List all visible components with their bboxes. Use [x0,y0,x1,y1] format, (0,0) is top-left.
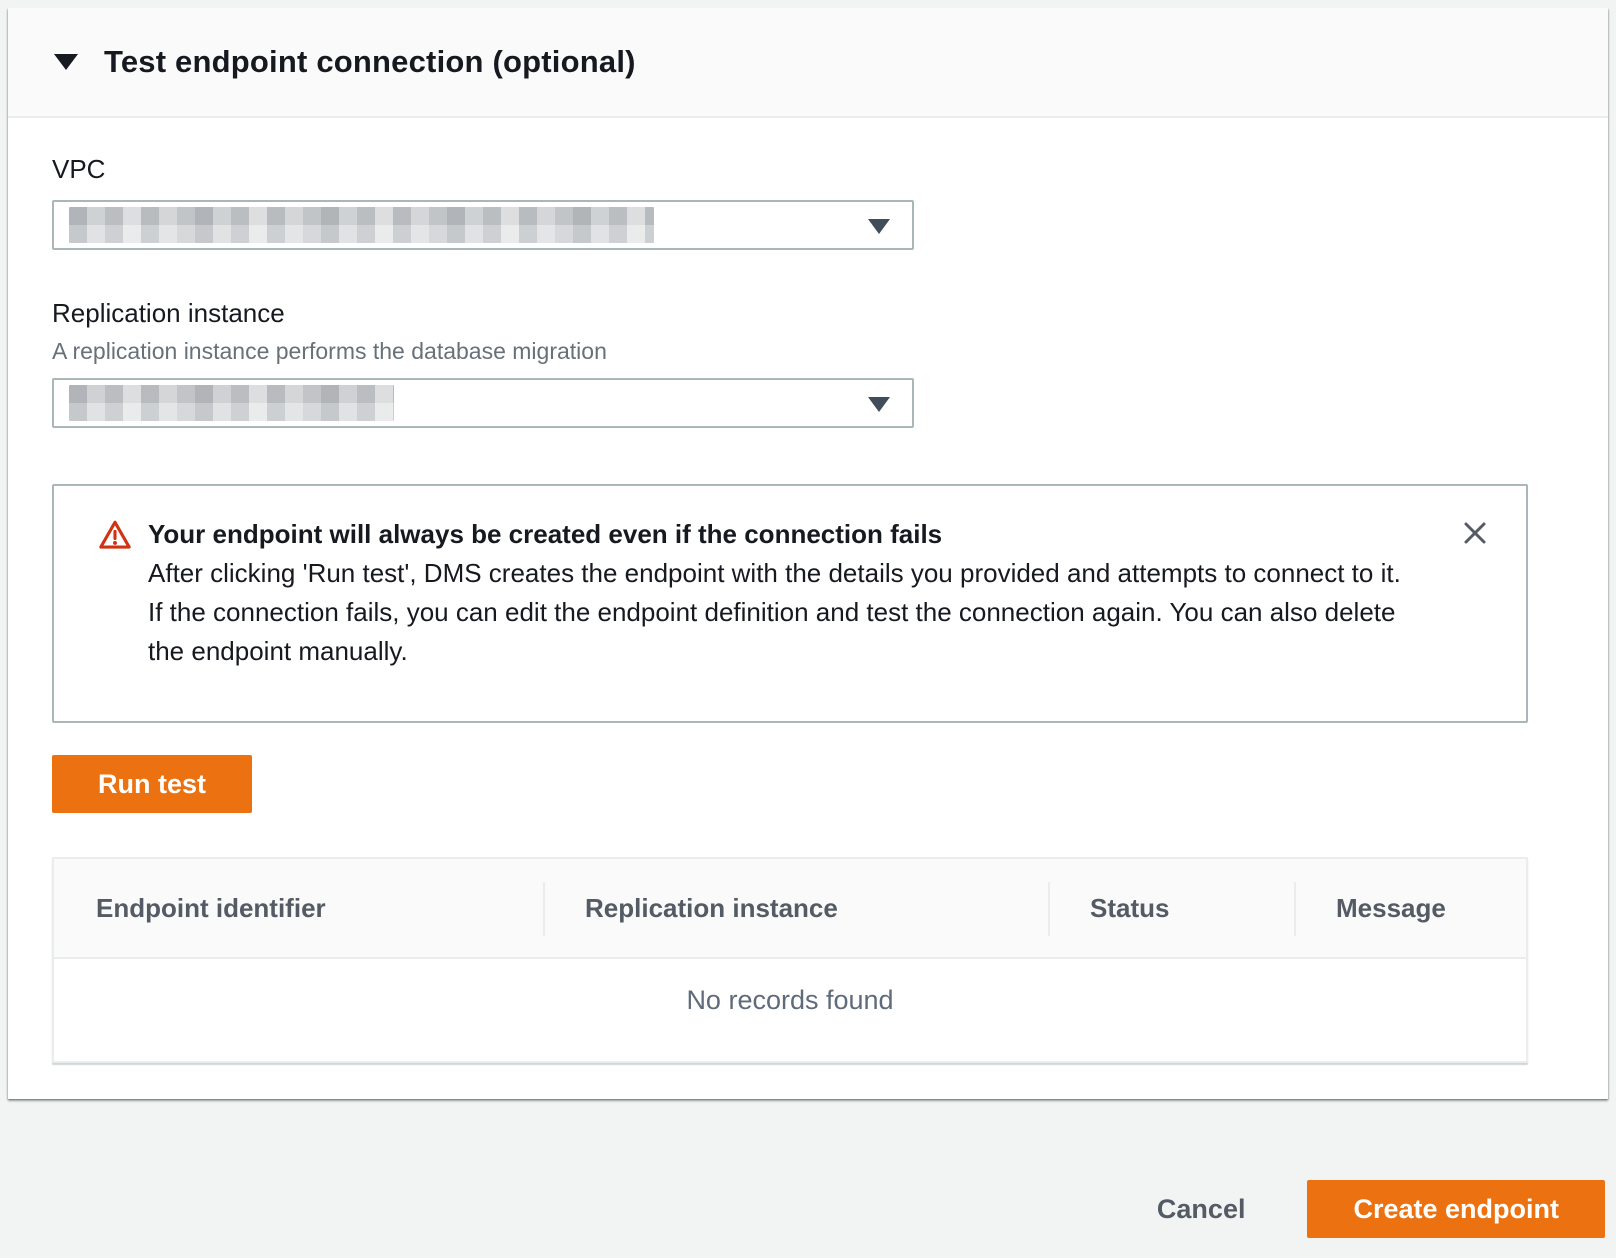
warning-triangle-icon [98,515,132,671]
replication-instance-description: A replication instance performs the data… [52,338,1564,365]
test-endpoint-connection-panel: Test endpoint connection (optional) VPC … [8,8,1608,1099]
warning-content: Your endpoint will always be created eve… [148,515,1416,671]
table-empty-state: No records found [54,959,1526,1061]
collapse-caret-icon [54,54,78,70]
replication-instance-select[interactable] [52,378,914,428]
warning-alert: Your endpoint will always be created eve… [52,484,1528,723]
dropdown-caret-icon [868,219,890,234]
footer-actions: Cancel Create endpoint [1157,1180,1605,1238]
vpc-label: VPC [52,118,1564,185]
close-icon[interactable] [1458,516,1492,550]
replication-instance-selected-value-redacted [69,385,394,421]
create-endpoint-button[interactable]: Create endpoint [1307,1180,1605,1238]
vpc-selected-value-redacted [69,207,654,243]
warning-title: Your endpoint will always be created eve… [148,515,1416,554]
column-header-endpoint-identifier: Endpoint identifier [54,859,543,957]
run-test-button[interactable]: Run test [52,755,252,813]
column-header-status: Status [1048,859,1294,957]
test-results-table: Endpoint identifier Replication instance… [52,857,1528,1063]
section-header-test-endpoint-connection[interactable]: Test endpoint connection (optional) [8,8,1608,118]
dropdown-caret-icon [868,397,890,412]
cancel-button[interactable]: Cancel [1157,1194,1246,1225]
column-header-message: Message [1294,859,1526,957]
section-body: VPC Replication instance A replication i… [8,118,1608,1063]
vpc-select[interactable] [52,200,914,250]
warning-body: After clicking 'Run test', DMS creates t… [148,554,1416,671]
column-header-replication-instance: Replication instance [543,859,1048,957]
table-header-row: Endpoint identifier Replication instance… [54,859,1526,959]
replication-instance-label: Replication instance [52,298,1564,329]
section-title: Test endpoint connection (optional) [104,44,636,80]
